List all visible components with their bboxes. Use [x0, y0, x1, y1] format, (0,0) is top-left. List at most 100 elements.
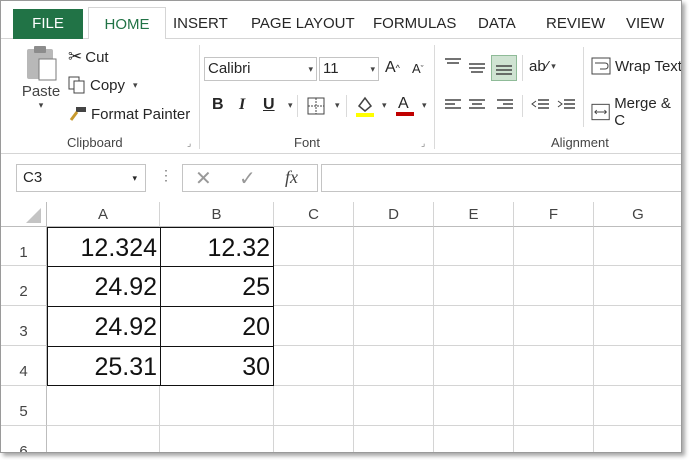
column-header-a[interactable]: A — [47, 202, 160, 227]
cell-f1[interactable] — [514, 227, 594, 266]
column-header-g[interactable]: G — [594, 202, 681, 227]
row-header[interactable]: 2 — [1, 266, 47, 306]
row-header[interactable]: 6 — [1, 426, 47, 452]
cell-e3[interactable] — [434, 306, 514, 346]
formula-input[interactable] — [321, 164, 681, 192]
cell-a4[interactable]: 25.31 — [47, 346, 161, 386]
cell-d3[interactable] — [354, 306, 434, 346]
format-painter-button[interactable]: Format Painter — [68, 105, 190, 123]
chevron-down-icon[interactable]: ▾ — [382, 100, 387, 111]
enter-icon[interactable]: ✓ — [239, 166, 256, 191]
cut-button[interactable]: ✂ Cut — [68, 47, 109, 67]
tab-page-layout[interactable]: PAGE LAYOUT — [251, 7, 355, 39]
cell-f4[interactable] — [514, 346, 594, 386]
row-header[interactable]: 4 — [1, 346, 47, 386]
row-header[interactable]: 1 — [1, 227, 47, 266]
decrease-indent-icon[interactable] — [530, 97, 550, 113]
cell-a1[interactable]: 12.324 — [47, 227, 161, 267]
select-all-corner[interactable] — [1, 202, 47, 227]
borders-icon[interactable] — [307, 97, 325, 115]
cell-c4[interactable] — [274, 346, 354, 386]
tab-home[interactable]: HOME — [88, 7, 166, 40]
middle-align-icon[interactable] — [468, 59, 486, 75]
paste-button[interactable]: Paste ▾ — [21, 45, 61, 120]
bottom-align-button[interactable] — [491, 55, 517, 81]
align-center-icon[interactable] — [468, 97, 486, 113]
cell-e2[interactable] — [434, 266, 514, 306]
cell-f6[interactable] — [514, 426, 594, 452]
cell-g2[interactable] — [594, 266, 681, 306]
tab-insert[interactable]: INSERT — [173, 7, 228, 39]
cell-b1[interactable]: 12.32 — [160, 227, 274, 267]
cell-a2[interactable]: 24.92 — [47, 266, 161, 307]
chevron-down-icon[interactable]: ▾ — [288, 100, 293, 111]
cell-b6[interactable] — [160, 426, 274, 452]
copy-button[interactable]: Copy ▾ — [68, 76, 138, 94]
column-header-e[interactable]: E — [434, 202, 514, 227]
cell-e5[interactable] — [434, 386, 514, 426]
cell-c1[interactable] — [274, 227, 354, 266]
cell-d4[interactable] — [354, 346, 434, 386]
italic-button[interactable]: I — [239, 96, 245, 114]
tab-formulas[interactable]: FORMULAS — [373, 7, 456, 39]
cell-f3[interactable] — [514, 306, 594, 346]
more-icon[interactable]: ⋮ — [159, 167, 173, 184]
cell-g1[interactable] — [594, 227, 681, 266]
cell-f5[interactable] — [514, 386, 594, 426]
cell-g6[interactable] — [594, 426, 681, 452]
cell-c6[interactable] — [274, 426, 354, 452]
tab-data[interactable]: DATA — [478, 7, 516, 39]
merge-center-button[interactable]: Merge & C — [591, 95, 681, 129]
cell-d1[interactable] — [354, 227, 434, 266]
cell-b2[interactable]: 25 — [160, 266, 274, 307]
cell-g4[interactable] — [594, 346, 681, 386]
chevron-down-icon[interactable]: ▾ — [133, 80, 138, 91]
top-align-icon[interactable] — [444, 57, 462, 73]
cell-c3[interactable] — [274, 306, 354, 346]
increase-indent-icon[interactable] — [556, 97, 576, 113]
font-color-icon[interactable]: A — [394, 93, 416, 118]
cell-c2[interactable] — [274, 266, 354, 306]
cell-g5[interactable] — [594, 386, 681, 426]
column-header-b[interactable]: B — [160, 202, 274, 227]
cell-e6[interactable] — [434, 426, 514, 452]
cell-f2[interactable] — [514, 266, 594, 306]
cancel-icon[interactable]: ✕ — [195, 166, 212, 191]
increase-font-size-icon[interactable]: A ^ — [385, 59, 400, 77]
column-header-d[interactable]: D — [354, 202, 434, 227]
cell-b4[interactable]: 30 — [160, 346, 274, 386]
cell-a6[interactable] — [47, 426, 160, 452]
insert-function-icon[interactable]: fx — [285, 167, 298, 188]
row-header[interactable]: 3 — [1, 306, 47, 346]
wrap-text-button[interactable]: Wrap Text — [591, 57, 681, 75]
font-name-select[interactable]: Calibri ▾ — [204, 57, 317, 81]
cell-d2[interactable] — [354, 266, 434, 306]
cell-b5[interactable] — [160, 386, 274, 426]
column-header-f[interactable]: F — [514, 202, 594, 227]
cell-e4[interactable] — [434, 346, 514, 386]
bold-button[interactable]: B — [212, 96, 224, 114]
name-box[interactable]: C3 ▾ — [16, 164, 146, 192]
decrease-font-size-icon[interactable]: Aˇ — [412, 61, 424, 76]
orientation-button[interactable]: ab⁄ ▾ — [529, 58, 556, 75]
fill-color-icon[interactable] — [354, 94, 376, 118]
chevron-down-icon[interactable]: ▾ — [422, 100, 427, 111]
tab-file[interactable]: FILE — [13, 9, 83, 39]
tab-view[interactable]: VIEW — [626, 7, 664, 39]
cell-d5[interactable] — [354, 386, 434, 426]
align-right-icon[interactable] — [496, 97, 514, 113]
cell-d6[interactable] — [354, 426, 434, 452]
cell-a5[interactable] — [47, 386, 160, 426]
font-launcher-icon[interactable]: ⌟ — [421, 138, 425, 149]
row-header[interactable]: 5 — [1, 386, 47, 426]
cell-b3[interactable]: 20 — [160, 306, 274, 347]
cell-a3[interactable]: 24.92 — [47, 306, 161, 347]
font-size-select[interactable]: 11 ▾ — [319, 57, 379, 81]
align-left-icon[interactable] — [444, 97, 462, 113]
column-header-c[interactable]: C — [274, 202, 354, 227]
cell-g3[interactable] — [594, 306, 681, 346]
underline-button[interactable]: U — [263, 96, 275, 114]
clipboard-launcher-icon[interactable]: ⌟ — [187, 138, 191, 149]
cell-e1[interactable] — [434, 227, 514, 266]
tab-review[interactable]: REVIEW — [546, 7, 605, 39]
